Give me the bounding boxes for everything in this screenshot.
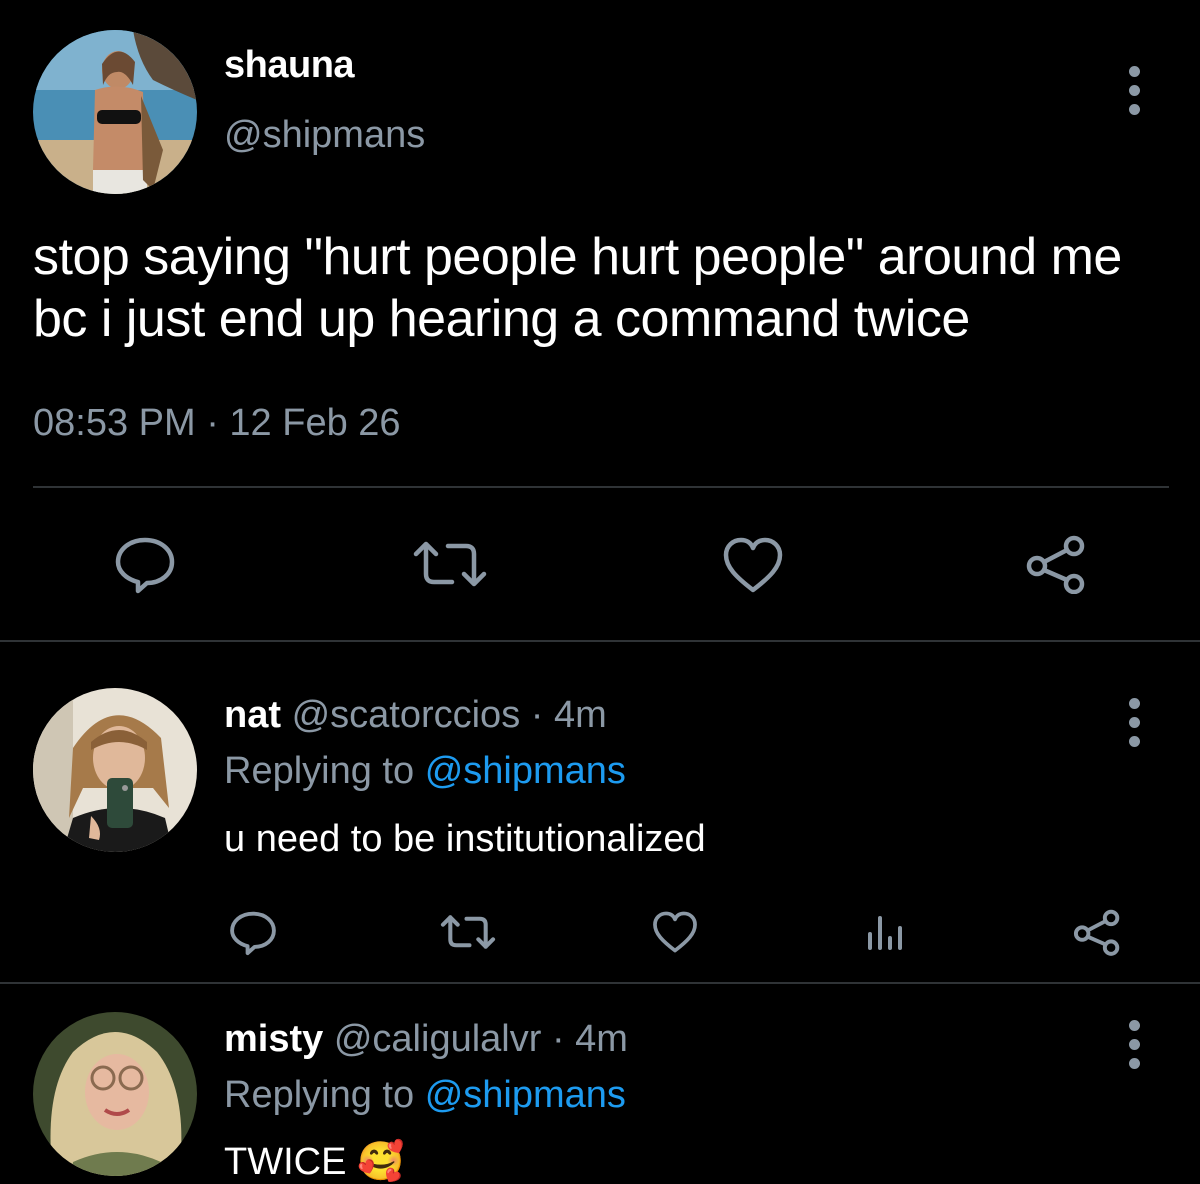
reply-1-display-name[interactable]: nat	[224, 694, 281, 736]
reply-2-replying-line: Replying to @shipmans	[224, 1074, 626, 1117]
main-tweet-text-line-2: bc i just end up hearing a command twice	[33, 290, 970, 348]
reply-2-separator: ·	[551, 1018, 565, 1060]
retweet-icon[interactable]	[412, 538, 488, 590]
reply-2-text: TWICE 🥰	[224, 1140, 404, 1184]
reply-2-more-options-icon[interactable]	[1124, 1020, 1144, 1069]
reply-2-header: misty @caligulalvr · 4m	[224, 1018, 628, 1061]
reply-1-more-options-icon[interactable]	[1124, 698, 1144, 747]
reply-2-display-name[interactable]: misty	[224, 1018, 323, 1060]
main-tweet-text-line-1: stop saying "hurt people hurt people" ar…	[33, 228, 1122, 286]
reply-1-retweet-icon[interactable]	[440, 912, 496, 952]
section-divider-1	[0, 640, 1200, 642]
reply-1-like-icon[interactable]	[652, 910, 698, 954]
reply-1-separator: ·	[530, 694, 544, 736]
share-icon[interactable]	[1024, 534, 1088, 594]
like-icon[interactable]	[722, 536, 784, 594]
reply-1-reply-icon[interactable]	[229, 910, 277, 956]
reply-1-time[interactable]: 4m	[554, 694, 607, 736]
reply-1-text: u need to be institutionalized	[224, 818, 706, 860]
reply-2-text-body: TWICE	[224, 1141, 347, 1183]
main-more-options-icon[interactable]	[1124, 66, 1144, 115]
main-display-name[interactable]: shauna	[224, 44, 355, 87]
reply-1-replying-to-link[interactable]: @shipmans	[425, 750, 626, 792]
main-timestamp[interactable]: 08:53 PM · 12 Feb 26	[33, 402, 401, 445]
smiling-hearts-emoji-icon: 🥰	[357, 1141, 405, 1183]
reply-1-handle[interactable]: @scatorccios	[292, 694, 521, 736]
reply-icon[interactable]	[114, 536, 176, 594]
reply-1-header: nat @scatorccios · 4m	[224, 694, 607, 737]
reply-1-share-icon[interactable]	[1072, 908, 1122, 956]
reply-1-replying-line: Replying to @shipmans	[224, 750, 626, 793]
main-divider	[33, 486, 1169, 488]
avatar-nat[interactable]	[33, 688, 197, 852]
reply-1-analytics-icon[interactable]	[864, 912, 906, 952]
main-tweet-text: stop saying "hurt people hurt people" ar…	[33, 226, 1122, 350]
main-handle[interactable]: @shipmans	[224, 114, 425, 157]
reply-2-handle[interactable]: @caligulalvr	[334, 1018, 542, 1060]
reply-2-replying-to-link[interactable]: @shipmans	[425, 1074, 626, 1116]
reply-1-replying-prefix: Replying to	[224, 750, 415, 792]
reply-2-replying-prefix: Replying to	[224, 1074, 415, 1116]
avatar-shauna[interactable]	[33, 30, 197, 194]
avatar-misty[interactable]	[33, 1012, 197, 1176]
section-divider-2	[0, 982, 1200, 984]
reply-2-time[interactable]: 4m	[575, 1018, 628, 1060]
